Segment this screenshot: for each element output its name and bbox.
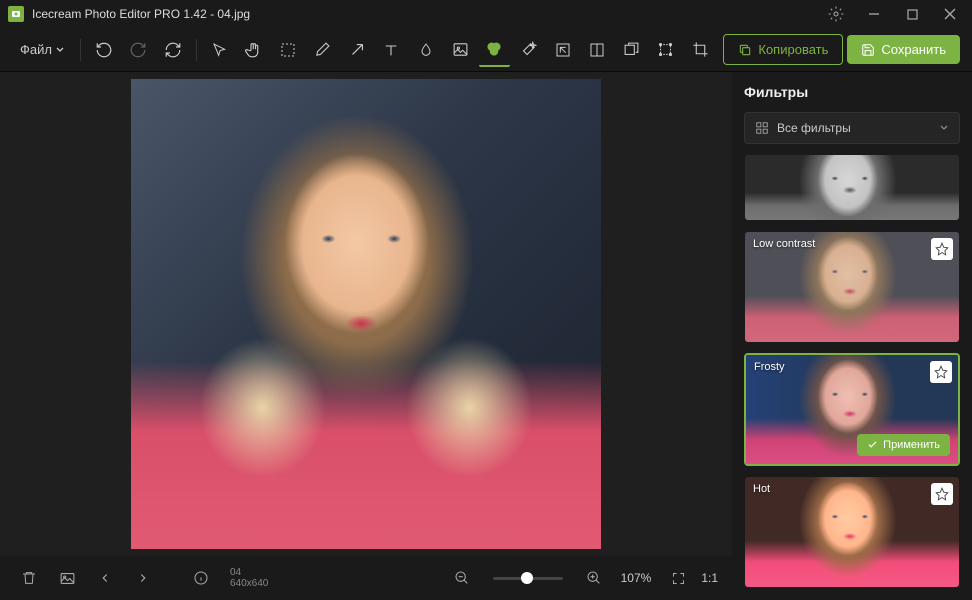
gallery-button[interactable] [52, 563, 82, 593]
crop-tool[interactable] [685, 33, 715, 67]
zoom-ratio: 1:1 [701, 571, 718, 585]
photo-preview [131, 79, 601, 549]
zoom-in-button[interactable] [579, 563, 609, 593]
resize-tool[interactable] [548, 33, 578, 67]
blur-tool[interactable] [411, 33, 441, 67]
check-icon [867, 439, 878, 450]
magic-tool[interactable] [514, 33, 544, 67]
filter-thumbnail [745, 477, 959, 587]
close-button[interactable] [936, 0, 964, 28]
apply-label: Применить [883, 439, 940, 451]
next-button[interactable] [128, 563, 158, 593]
filter-list[interactable]: Low contrast Frosty Применить Hot [744, 154, 960, 588]
app-icon [8, 6, 24, 22]
frames-tool[interactable] [616, 33, 646, 67]
filter-name: Frosty [754, 361, 785, 373]
layout-tool[interactable] [582, 33, 612, 67]
canvas-viewport[interactable] [0, 72, 732, 556]
separator [80, 39, 81, 61]
window-title: Icecream Photo Editor PRO 1.42 - 04.jpg [32, 7, 822, 21]
delete-button[interactable] [14, 563, 44, 593]
fullscreen-button[interactable] [663, 563, 693, 593]
filter-thumbnail [745, 155, 959, 220]
reset-button[interactable] [157, 33, 187, 67]
filter-category-dropdown[interactable]: Все фильтры [744, 112, 960, 144]
file-name: 04 [230, 567, 268, 578]
file-menu[interactable]: Файл [12, 38, 72, 61]
star-icon [934, 365, 948, 379]
redo-button[interactable] [123, 33, 153, 67]
zoom-out-button[interactable] [447, 563, 477, 593]
grid-icon [755, 121, 769, 135]
zoom-percent: 107% [621, 571, 652, 585]
filter-name: Low contrast [753, 238, 815, 250]
maximize-button[interactable] [898, 0, 926, 28]
sidebar-title: Фильтры [744, 84, 960, 100]
star-icon [935, 242, 949, 256]
apply-filter-button[interactable]: Применить [857, 434, 950, 456]
filter-name: Hot [753, 483, 770, 495]
chevron-down-icon [939, 123, 949, 133]
star-icon [935, 487, 949, 501]
favorite-button[interactable] [931, 238, 953, 260]
sidebar: Фильтры Все фильтры Low contrast Frosty [732, 72, 972, 600]
filters-tool[interactable] [479, 33, 509, 67]
info-button[interactable] [186, 563, 216, 593]
chevron-down-icon [56, 46, 64, 54]
dropdown-label: Все фильтры [777, 121, 931, 135]
minimize-button[interactable] [860, 0, 888, 28]
file-dimensions: 640x640 [230, 578, 268, 589]
prev-button[interactable] [90, 563, 120, 593]
settings-icon[interactable] [822, 0, 850, 28]
toolbar: Файл [0, 28, 972, 72]
image-tool[interactable] [445, 33, 475, 67]
filter-card-hot[interactable]: Hot [744, 476, 960, 588]
zoom-thumb[interactable] [521, 572, 533, 584]
copy-button[interactable]: Копировать [723, 34, 843, 65]
favorite-button[interactable] [930, 361, 952, 383]
favorite-button[interactable] [931, 483, 953, 505]
file-menu-label: Файл [20, 42, 52, 57]
copy-icon [738, 43, 752, 57]
filter-card-frosty[interactable]: Frosty Применить [744, 353, 960, 466]
save-icon [861, 43, 875, 57]
hand-tool[interactable] [239, 33, 269, 67]
pointer-tool[interactable] [205, 33, 235, 67]
copy-label: Копировать [758, 42, 828, 57]
statusbar: 04 640x640 107% 1:1 [0, 556, 732, 600]
select-tool[interactable] [273, 33, 303, 67]
zoom-slider[interactable] [493, 577, 563, 580]
titlebar: Icecream Photo Editor PRO 1.42 - 04.jpg [0, 0, 972, 28]
canvas-area: 04 640x640 107% 1:1 [0, 72, 732, 600]
separator [196, 39, 197, 61]
arrow-tool[interactable] [342, 33, 372, 67]
text-tool[interactable] [376, 33, 406, 67]
file-info: 04 640x640 [230, 567, 268, 589]
filter-card-low-contrast[interactable]: Low contrast [744, 231, 960, 343]
undo-button[interactable] [89, 33, 119, 67]
save-button[interactable]: Сохранить [847, 35, 960, 64]
transform-tool[interactable] [651, 33, 681, 67]
brush-tool[interactable] [308, 33, 338, 67]
filter-card[interactable] [744, 154, 960, 221]
save-label: Сохранить [881, 42, 946, 57]
